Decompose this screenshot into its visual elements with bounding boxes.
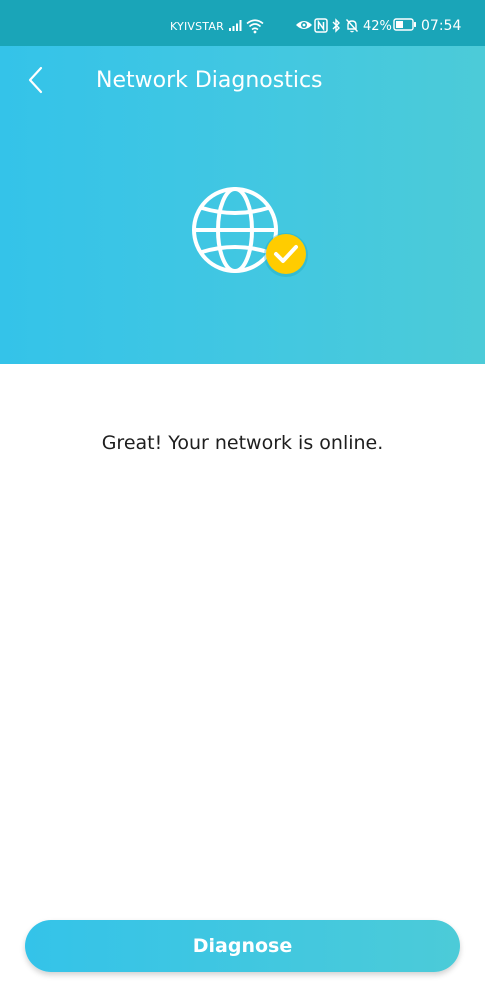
status-bar: KYIVSTAR 42% 07:54 [0,0,485,46]
globe-check-icon [192,187,308,277]
diagnostics-header: Network Diagnostics [0,46,485,364]
diagnose-button[interactable]: Diagnose [25,920,460,972]
carrier-name: KYIVSTAR [170,20,224,33]
back-button[interactable] [18,62,54,98]
battery-icon [393,18,416,31]
back-chevron-icon [28,66,43,94]
wifi-icon [246,19,264,34]
battery-percent: 42% [363,19,392,34]
bell-off-icon [345,19,359,33]
page-title: Network Diagnostics [96,68,323,93]
signal-icon [229,20,242,31]
bluetooth-icon [332,18,340,33]
network-status-message: Great! Your network is online. [101,432,384,454]
nfc-icon [314,18,328,33]
eye-icon [296,21,312,29]
status-time: 07:54 [421,18,462,34]
